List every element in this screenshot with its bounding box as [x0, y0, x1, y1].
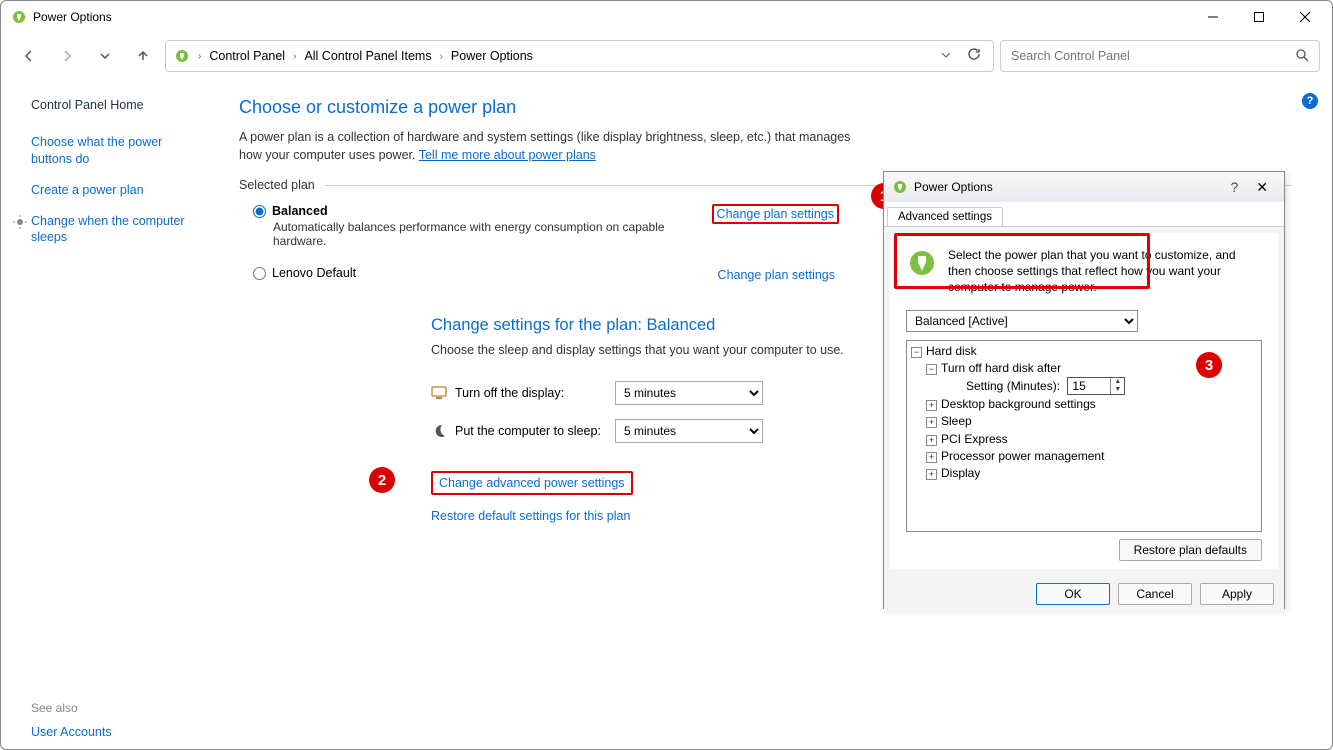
tree-expand-icon[interactable]: +: [926, 417, 937, 428]
restore-plan-defaults-button[interactable]: Restore plan defaults: [1119, 539, 1262, 561]
window-title: Power Options: [33, 10, 112, 24]
sidebar-control-panel-home[interactable]: Control Panel Home: [31, 97, 203, 114]
turn-off-display-select[interactable]: 5 minutes: [615, 381, 763, 405]
dialog-footer: OK Cancel Apply: [884, 575, 1284, 613]
plan-balanced-radio[interactable]: Balanced: [253, 204, 712, 218]
dialog-help-button[interactable]: ?: [1220, 179, 1248, 195]
sidebar-change-sleep[interactable]: Change when the computer sleeps: [31, 213, 203, 247]
tree-expand-icon[interactable]: +: [926, 469, 937, 480]
forward-button[interactable]: [51, 40, 83, 72]
tree-expand-icon[interactable]: +: [926, 452, 937, 463]
refresh-button[interactable]: [963, 47, 985, 66]
chevron-right-icon[interactable]: ›: [291, 51, 298, 62]
tree-processor[interactable]: Processor power management: [941, 449, 1104, 463]
spin-up-icon[interactable]: ▲: [1111, 378, 1124, 386]
page-heading: Choose or customize a power plan: [239, 97, 1292, 118]
change-settings-panel: Change settings for the plan: Balanced C…: [431, 316, 861, 523]
sidebar: Control Panel Home Choose what the power…: [1, 79, 221, 749]
tree-collapse-icon[interactable]: −: [926, 364, 937, 375]
plan-balanced-radio-input[interactable]: [253, 205, 266, 218]
dialog-tabs: Advanced settings: [884, 202, 1284, 227]
tab-advanced-settings[interactable]: Advanced settings: [887, 207, 1003, 226]
apply-button[interactable]: Apply: [1200, 583, 1274, 605]
change-settings-desc: Choose the sleep and display settings th…: [431, 343, 861, 357]
restore-defaults-link[interactable]: Restore default settings for this plan: [431, 509, 861, 523]
power-options-icon: [174, 48, 190, 64]
breadcrumb-control-panel[interactable]: Control Panel: [209, 49, 285, 63]
search-box[interactable]: [1000, 40, 1320, 72]
breadcrumb-all-items[interactable]: All Control Panel Items: [304, 49, 431, 63]
plan-name: Lenovo Default: [272, 266, 356, 280]
tree-turn-off-hard-disk[interactable]: Turn off hard disk after: [941, 361, 1061, 375]
setting-minutes-input[interactable]: [1068, 379, 1110, 393]
back-button[interactable]: [13, 40, 45, 72]
sidebar-item-label: Change when the computer sleeps: [31, 214, 185, 245]
chevron-right-icon[interactable]: ›: [438, 51, 445, 62]
change-settings-heading: Change settings for the plan: Balanced: [431, 316, 861, 335]
computer-sleep-select[interactable]: 5 minutes: [615, 419, 763, 443]
turn-off-display-label: Turn off the display:: [455, 386, 564, 400]
tree-collapse-icon[interactable]: −: [911, 347, 922, 358]
see-also-user-accounts[interactable]: User Accounts: [31, 725, 112, 739]
recent-dropdown[interactable]: [89, 40, 121, 72]
see-also-label: See also: [31, 701, 112, 715]
selected-plan-label: Selected plan: [239, 178, 315, 192]
cancel-button[interactable]: Cancel: [1118, 583, 1192, 605]
tree-display[interactable]: Display: [941, 466, 980, 480]
spin-down-icon[interactable]: ▼: [1111, 386, 1124, 394]
breadcrumb-power-options[interactable]: Power Options: [451, 49, 533, 63]
plan-lenovo-radio-input[interactable]: [253, 267, 266, 280]
plan-dropdown[interactable]: Balanced [Active]: [906, 310, 1138, 332]
navbar: › Control Panel › All Control Panel Item…: [1, 33, 1332, 79]
setting-minutes-spinbox[interactable]: ▲▼: [1067, 377, 1125, 395]
tree-pci-express[interactable]: PCI Express: [941, 432, 1008, 446]
display-icon: [431, 385, 447, 401]
maximize-button[interactable]: [1236, 1, 1282, 33]
dialog-body: Select the power plan that you want to c…: [890, 233, 1278, 569]
sidebar-power-buttons[interactable]: Choose what the power buttons do: [31, 134, 203, 168]
page-description: A power plan is a collection of hardware…: [239, 128, 859, 164]
computer-sleep-label: Put the computer to sleep:: [455, 424, 601, 438]
power-options-icon: [11, 9, 27, 25]
minimize-button[interactable]: [1190, 1, 1236, 33]
dialog-titlebar: Power Options ? ✕: [884, 172, 1284, 202]
tree-sleep[interactable]: Sleep: [941, 414, 972, 428]
plan-name: Balanced: [272, 204, 328, 218]
power-options-icon: [892, 179, 908, 195]
plan-balanced-desc: Automatically balances performance with …: [273, 220, 712, 248]
change-plan-settings-lenovo[interactable]: Change plan settings: [714, 266, 839, 284]
advanced-settings-dialog: Power Options ? ✕ Advanced settings Sele…: [883, 171, 1285, 609]
address-bar[interactable]: › Control Panel › All Control Panel Item…: [165, 40, 994, 72]
see-also: See also User Accounts: [31, 701, 112, 739]
setting-minutes-label: Setting (Minutes):: [966, 379, 1060, 393]
dialog-close-button[interactable]: ✕: [1248, 179, 1276, 196]
up-button[interactable]: [127, 40, 159, 72]
chevron-right-icon[interactable]: ›: [196, 51, 203, 62]
change-advanced-power-settings-link[interactable]: Change advanced power settings: [431, 471, 633, 495]
titlebar: Power Options: [1, 1, 1332, 33]
change-plan-settings-balanced[interactable]: Change plan settings: [712, 204, 839, 224]
close-button[interactable]: [1282, 1, 1328, 33]
address-dropdown[interactable]: [935, 47, 957, 65]
ok-button[interactable]: OK: [1036, 583, 1110, 605]
search-input[interactable]: [1011, 49, 1295, 63]
search-icon[interactable]: [1295, 48, 1309, 65]
tree-hard-disk[interactable]: Hard disk: [926, 344, 977, 358]
brightness-icon: [13, 215, 27, 229]
plan-lenovo-radio[interactable]: Lenovo Default: [253, 266, 714, 280]
annotation-badge-3: 3: [1196, 352, 1222, 378]
tell-me-more-link[interactable]: Tell me more about power plans: [419, 148, 596, 162]
sleep-icon: [431, 423, 447, 439]
dialog-title: Power Options: [914, 180, 993, 194]
tree-expand-icon[interactable]: +: [926, 400, 937, 411]
sidebar-create-plan[interactable]: Create a power plan: [31, 182, 203, 199]
annotation-badge-2: 2: [369, 467, 395, 493]
tree-desktop-background[interactable]: Desktop background settings: [941, 397, 1096, 411]
tree-expand-icon[interactable]: +: [926, 435, 937, 446]
